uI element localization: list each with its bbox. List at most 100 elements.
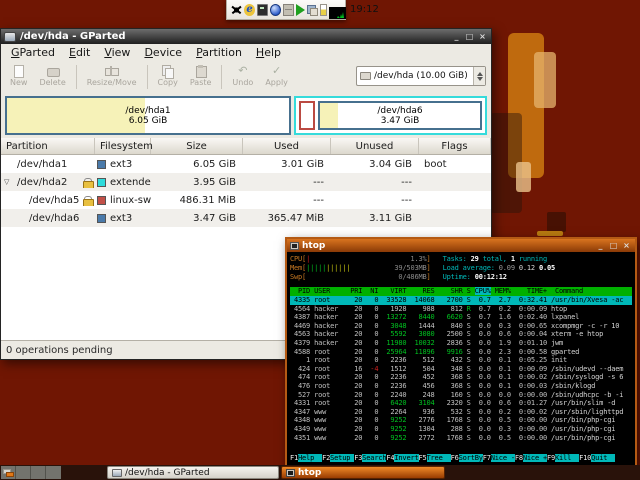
menu-help[interactable]: Help <box>249 45 288 60</box>
paste-button[interactable]: Paste <box>184 63 218 87</box>
taskbar-button-gparted[interactable]: /dev/hda - GParted <box>107 466 279 479</box>
minimize-button[interactable]: _ <box>451 32 462 42</box>
filesystem-cell: ext3 <box>95 213 151 224</box>
process-row[interactable]: 4335 root 20 0 33528 14068 2700 S 0.7 2.… <box>290 296 632 305</box>
maximize-button[interactable]: □ <box>608 241 619 251</box>
close-button[interactable]: × <box>621 241 632 251</box>
fkey-f8[interactable]: F8 <box>515 454 523 462</box>
copy-button[interactable]: Copy <box>152 63 184 87</box>
globe-icon[interactable] <box>270 3 281 16</box>
menu-partition[interactable]: Partition <box>189 45 249 60</box>
menu-edit[interactable]: Edit <box>62 45 97 60</box>
process-table-header[interactable]: PID USER PRI NI VIRT RES SHR S CPU% MEM%… <box>290 287 632 296</box>
fkey-label-invert[interactable]: Invert <box>394 454 419 462</box>
gparted-window-title: /dev/hda - GParted <box>20 31 126 42</box>
partition-name: /dev/hda6 <box>29 212 80 224</box>
process-row[interactable]: 4564 hacker 20 0 1928 988 812 R 0.7 0.2 … <box>290 305 632 314</box>
process-row[interactable]: 4331 root 20 0 6420 3104 2320 S 0.0 0.6 … <box>290 399 632 408</box>
fkey-label-nice[interactable]: Nice + <box>522 454 547 462</box>
undo-button[interactable]: ↶ Undo <box>226 63 259 88</box>
play-icon[interactable] <box>296 3 305 16</box>
delete-button[interactable]: Delete <box>33 63 71 87</box>
combo-spinner[interactable] <box>473 67 485 85</box>
menu-view[interactable]: View <box>97 45 137 60</box>
menu-device[interactable]: Device <box>137 45 189 60</box>
fkey-f6[interactable]: F6 <box>451 454 459 462</box>
fkey-label-quit[interactable]: Quit <box>591 454 616 462</box>
apply-button[interactable]: ✓ Apply <box>259 63 294 88</box>
fkey-label-kill[interactable]: Kill <box>555 454 580 462</box>
partition-visual-hda1[interactable]: /dev/hda1 6.05 GiB <box>5 96 291 135</box>
fkey-f7[interactable]: F7 <box>483 454 491 462</box>
device-selector-combo[interactable]: /dev/hda (10.00 GiB) <box>356 66 486 86</box>
htop-titlebar[interactable]: htop _ □ × <box>287 239 635 252</box>
new-button[interactable]: New <box>4 63 33 87</box>
table-row[interactable]: /dev/hda5 linux-swap 486.31 MiB --- --- <box>1 191 491 209</box>
fkey-f2[interactable]: F2 <box>322 454 330 462</box>
process-row[interactable]: 424 root 16 -4 1512 504 348 S 0.0 0.1 0:… <box>290 365 632 374</box>
table-row[interactable]: ▽ /dev/hda2 extended 3.95 GiB --- --- <box>1 173 491 191</box>
fkey-label-help[interactable]: Help <box>298 454 323 462</box>
partition-visual-swap[interactable] <box>299 101 315 130</box>
desktop-pager[interactable] <box>1 466 61 479</box>
toolbar-separator <box>146 65 148 89</box>
fkey-label-tree[interactable]: Tree <box>426 454 451 462</box>
process-row[interactable]: 1 root 20 0 2236 512 432 S 0.0 0.1 0:05.… <box>290 356 632 365</box>
process-row[interactable]: 4351 www 20 0 9252 2772 1768 S 0.0 0.5 0… <box>290 434 632 443</box>
process-row[interactable]: 4347 www 20 0 2264 936 532 S 0.0 0.2 0:0… <box>290 408 632 417</box>
pager-desktop-4[interactable] <box>46 466 61 479</box>
pager-desktop-2[interactable] <box>16 466 31 479</box>
gparted-titlebar[interactable]: /dev/hda - GParted _ □ × <box>1 29 491 44</box>
process-row[interactable]: 4348 www 20 0 9252 2776 1768 S 0.0 0.5 0… <box>290 416 632 425</box>
column-header-unused[interactable]: Unused <box>331 138 419 154</box>
cpu-graph-icon[interactable] <box>329 4 346 19</box>
filesystem-name: ext3 <box>110 212 133 224</box>
process-row[interactable]: 476 root 20 0 2236 456 368 S 0.0 0.1 0:0… <box>290 382 632 391</box>
maximize-button[interactable]: □ <box>464 32 475 42</box>
process-row[interactable]: 474 root 20 0 2236 452 368 S 0.0 0.1 0:0… <box>290 373 632 382</box>
table-row[interactable]: /dev/hda1 ext3 6.05 GiB 3.01 GiB 3.04 GiB boo… <box>1 155 491 173</box>
process-row[interactable]: 4379 hacker 20 0 11980 10032 2836 S 0.0 … <box>290 339 632 348</box>
process-row[interactable]: 4349 www 20 0 9252 1304 288 S 0.0 0.3 0:… <box>290 425 632 434</box>
pager-desktop-3[interactable] <box>31 466 46 479</box>
fkey-f5[interactable]: F5 <box>419 454 427 462</box>
htop-terminal[interactable]: CPU[| 1.3%] Tasks: 29 total, 1 running Me… <box>287 252 635 466</box>
size-cell: 6.05 GiB <box>193 158 236 170</box>
partition-visual-extended[interactable]: /dev/hda6 3.47 GiB <box>294 96 487 135</box>
wallpaper-shape <box>534 52 556 108</box>
battery-icon[interactable] <box>320 3 327 16</box>
column-header-used[interactable]: Used <box>243 138 331 154</box>
pager-desktop-1[interactable] <box>1 466 16 479</box>
fkey-label-setup[interactable]: Setup <box>330 454 355 462</box>
fkey-label-search[interactable]: Search <box>362 454 387 462</box>
close-button[interactable]: × <box>477 32 488 42</box>
process-row[interactable]: 4563 hacker 20 0 5592 3080 2500 S 0.0 0.… <box>290 330 632 339</box>
process-row[interactable]: 4387 hacker 20 0 13272 8440 6620 S 0.7 1… <box>290 313 632 322</box>
resizemove-button[interactable]: Resize/Move <box>81 63 143 87</box>
taskbar-button-htop[interactable]: htop <box>281 466 445 479</box>
expander-icon[interactable]: ▽ <box>4 178 9 186</box>
fkey-f1[interactable]: F1 <box>290 454 298 462</box>
fkey-label-nice[interactable]: Nice - <box>490 454 515 462</box>
filesystem-name: linux-swap <box>110 194 151 206</box>
browser-e-icon[interactable]: e <box>244 3 255 16</box>
partition-visual-hda6[interactable]: /dev/hda6 3.47 GiB <box>318 101 482 130</box>
column-header-filesystem[interactable]: Filesystem <box>95 138 153 154</box>
process-row[interactable]: 527 root 20 0 2240 248 160 S 0.0 0.0 0:0… <box>290 391 632 400</box>
package-icon[interactable] <box>283 3 294 16</box>
spider-icon[interactable] <box>231 3 242 16</box>
installer-icon[interactable] <box>307 4 318 16</box>
menu-gparted[interactable]: GParted <box>4 45 62 60</box>
panel-clock: 19:12 <box>350 4 379 15</box>
process-row[interactable]: 4469 hacker 20 0 3048 1444 840 S 0.0 0.3… <box>290 322 632 331</box>
fkey-f10[interactable]: F10 <box>579 454 591 462</box>
fkey-label-sortby[interactable]: SortBy <box>458 454 483 462</box>
column-header-size[interactable]: Size <box>151 138 243 154</box>
minimize-button[interactable]: _ <box>595 241 606 251</box>
column-header-partition[interactable]: Partition <box>1 138 95 154</box>
column-header-flags[interactable]: Flags <box>419 138 491 154</box>
table-row[interactable]: /dev/hda6 ext3 3.47 GiB 365.47 MiB 3.11 GiB <box>1 209 491 227</box>
terminal-icon[interactable] <box>257 3 268 16</box>
process-row[interactable]: 4588 root 20 0 25964 11896 9916 S 0.0 2.… <box>290 348 632 357</box>
fkey-f9[interactable]: F9 <box>547 454 555 462</box>
